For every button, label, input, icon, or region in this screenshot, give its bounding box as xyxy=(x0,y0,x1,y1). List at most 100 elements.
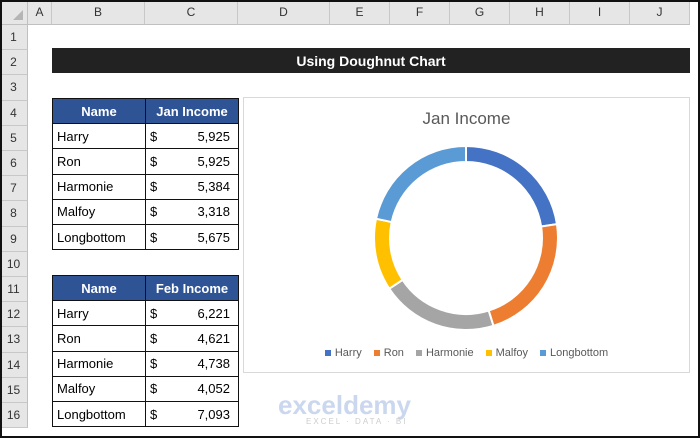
name-cell[interactable]: Longbottom xyxy=(52,400,146,428)
income-value: 3,318 xyxy=(197,204,230,220)
income-value: 6,221 xyxy=(197,305,230,321)
income-cell[interactable]: $4,052 xyxy=(145,375,239,402)
row-header-12[interactable]: 12 xyxy=(0,302,28,328)
doughnut-slice-harry[interactable] xyxy=(465,144,559,228)
name-cell[interactable]: Harry xyxy=(52,123,146,150)
income-value: 5,925 xyxy=(197,153,230,169)
doughnut-slice-ron[interactable] xyxy=(487,222,559,328)
income-cell[interactable]: $5,384 xyxy=(145,173,239,200)
header-row: Name Jan Income xyxy=(52,97,239,125)
legend-label: Ron xyxy=(383,347,404,359)
income-cell[interactable]: $5,925 xyxy=(145,148,239,175)
jan-income-table: Name Jan Income Harry $5,925 Ron $5,925 Harmon… xyxy=(52,97,239,251)
column-header-G[interactable]: G xyxy=(450,0,510,25)
row-header-3[interactable]: 3 xyxy=(0,75,28,101)
row-header-15[interactable]: 15 xyxy=(0,377,28,403)
legend-item-malfoy[interactable]: Malfoy xyxy=(485,347,529,359)
currency-symbol: $ xyxy=(150,305,158,321)
income-cell[interactable]: $4,738 xyxy=(145,350,239,377)
legend-label: Longbottom xyxy=(550,347,609,359)
income-value: 4,621 xyxy=(197,330,230,346)
doughnut-chart[interactable]: Jan Income Harry Ron Harmonie Malfoy Longbot… xyxy=(243,97,690,373)
column-header: Name xyxy=(52,97,146,125)
currency-symbol: $ xyxy=(150,204,158,220)
income-value: 7,093 xyxy=(197,406,230,422)
legend-swatch xyxy=(415,350,422,357)
feb-income-table: Name Feb Income Harry $6,221 Ron $4,621 Harmon… xyxy=(52,274,239,428)
column-header-H[interactable]: H xyxy=(510,0,570,25)
table-row: Longbottom $7,093 xyxy=(52,400,239,428)
doughnut-slice-harmonie[interactable] xyxy=(387,278,495,331)
name-cell[interactable]: Longbottom xyxy=(52,223,146,251)
currency-symbol: $ xyxy=(150,406,158,422)
column-header: Jan Income xyxy=(145,97,239,125)
row-header-13[interactable]: 13 xyxy=(0,327,28,353)
table-row: Ron $5,925 xyxy=(52,148,239,175)
row-header-14[interactable]: 14 xyxy=(0,352,28,378)
legend-item-longbottom[interactable]: Longbottom xyxy=(540,347,608,359)
row-header-4[interactable]: 4 xyxy=(0,100,28,126)
name-cell[interactable]: Ron xyxy=(52,148,146,175)
row-header-2[interactable]: 2 xyxy=(0,50,28,76)
income-cell[interactable]: $3,318 xyxy=(145,198,239,225)
row-header-10[interactable]: 10 xyxy=(0,251,28,277)
column-header-I[interactable]: I xyxy=(570,0,630,25)
row-header-5[interactable]: 5 xyxy=(0,125,28,151)
doughnut-slice-longbottom[interactable] xyxy=(374,144,467,224)
currency-symbol: $ xyxy=(150,356,158,372)
legend-item-ron[interactable]: Ron xyxy=(373,347,404,359)
legend-item-harry[interactable]: Harry xyxy=(324,347,362,359)
income-value: 5,675 xyxy=(197,229,230,245)
column-header-B[interactable]: B xyxy=(52,0,145,25)
table-row: Longbottom $5,675 xyxy=(52,223,239,251)
income-cell[interactable]: $5,925 xyxy=(145,123,239,150)
table-row: Harmonie $4,738 xyxy=(52,350,239,377)
table-row: Ron $4,621 xyxy=(52,325,239,352)
row-header-16[interactable]: 16 xyxy=(0,403,28,429)
currency-symbol: $ xyxy=(150,381,158,397)
income-value: 4,052 xyxy=(197,381,230,397)
legend-label: Malfoy xyxy=(495,347,529,359)
row-header-11[interactable]: 11 xyxy=(0,277,28,303)
doughnut-slice-malfoy[interactable] xyxy=(373,217,404,291)
currency-symbol: $ xyxy=(150,330,158,346)
legend-swatch xyxy=(324,350,331,357)
income-cell[interactable]: $6,221 xyxy=(145,300,239,327)
name-cell[interactable]: Malfoy xyxy=(52,198,146,225)
row-header-8[interactable]: 8 xyxy=(0,201,28,227)
row-header-7[interactable]: 7 xyxy=(0,176,28,202)
name-cell[interactable]: Harmonie xyxy=(52,350,146,377)
table-row: Malfoy $3,318 xyxy=(52,198,239,225)
row-header-6[interactable]: 6 xyxy=(0,151,28,177)
chart-legend: Harry Ron Harmonie Malfoy Longbottom xyxy=(244,347,689,359)
row-header-1[interactable]: 1 xyxy=(0,25,28,51)
name-cell[interactable]: Malfoy xyxy=(52,375,146,402)
sheet-title: Using Doughnut Chart xyxy=(52,48,690,73)
column-header-D[interactable]: D xyxy=(238,0,330,25)
name-cell[interactable]: Harmonie xyxy=(52,173,146,200)
income-cell[interactable]: $4,621 xyxy=(145,325,239,352)
income-cell[interactable]: $5,675 xyxy=(145,223,239,251)
column-header-C[interactable]: C xyxy=(145,0,238,25)
column-header: Feb Income xyxy=(145,274,239,302)
legend-label: Harry xyxy=(334,347,362,359)
income-cell[interactable]: $7,093 xyxy=(145,400,239,428)
column-header-A[interactable]: A xyxy=(28,0,52,25)
legend-swatch xyxy=(540,350,547,357)
table-row: Harry $5,925 xyxy=(52,123,239,150)
legend-swatch xyxy=(373,350,380,357)
legend-item-harmonie[interactable]: Harmonie xyxy=(415,347,474,359)
income-value: 4,738 xyxy=(197,356,230,372)
column-header-J[interactable]: J xyxy=(630,0,690,25)
currency-symbol: $ xyxy=(150,229,158,245)
row-header-9[interactable]: 9 xyxy=(0,226,28,252)
currency-symbol: $ xyxy=(150,179,158,195)
name-cell[interactable]: Harry xyxy=(52,300,146,327)
table-row: Harry $6,221 xyxy=(52,300,239,327)
column-header: Name xyxy=(52,274,146,302)
name-cell[interactable]: Ron xyxy=(52,325,146,352)
select-all-button[interactable] xyxy=(0,0,28,25)
column-header-F[interactable]: F xyxy=(390,0,450,25)
column-header-E[interactable]: E xyxy=(330,0,390,25)
legend-swatch xyxy=(485,350,492,357)
